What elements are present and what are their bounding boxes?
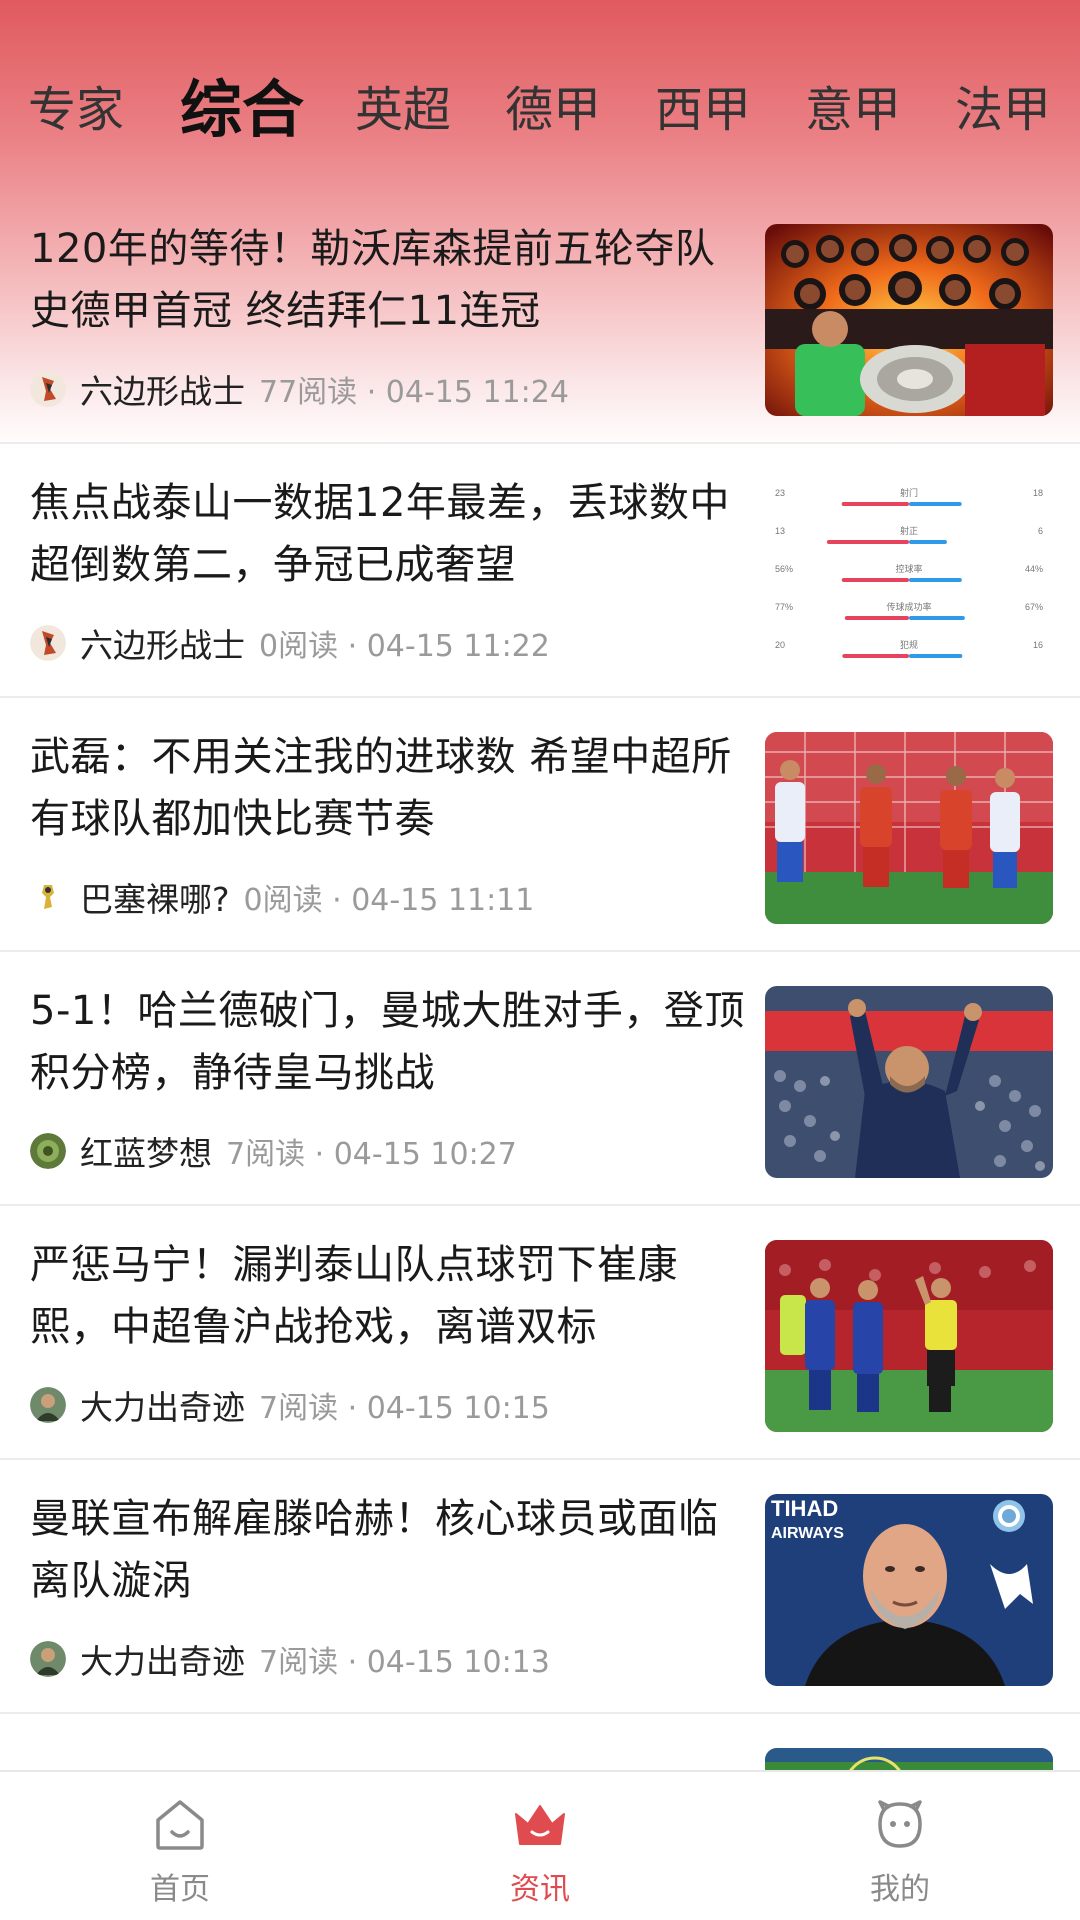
category-tabs: 专家 综合 英超 德甲 西甲 意甲 法甲 [0, 60, 1080, 160]
stat-label: 射正 [900, 525, 918, 537]
stat-right-value: 18 [1033, 488, 1043, 498]
tab-general[interactable]: 综合 [180, 60, 304, 160]
nav-mine[interactable]: 我的 [720, 1772, 1080, 1920]
news-thumbnail [765, 986, 1053, 1178]
read-count-time: 0阅读 · 04-15 11:22 [259, 629, 550, 664]
author-name: 大力出奇迹 [80, 1388, 245, 1427]
sponsor-text-line1: TIHAD [771, 1496, 838, 1521]
coach-portrait-image: TIHAD AIRWAYS [765, 1494, 1053, 1686]
stat-bar-home [842, 654, 909, 658]
nav-home-label: 首页 [150, 1872, 210, 1907]
stat-right-value: 16 [1033, 640, 1043, 650]
news-thumbnail: 23 射门 18 13 射正 6 56% 控球率 44% 77% 传球成功率 67% 20 犯规 16 [765, 478, 1053, 670]
home-icon [156, 1800, 204, 1850]
stat-right-value: 6 [1038, 526, 1043, 536]
crown-icon [515, 1805, 565, 1845]
read-count-time: 7阅读 · 04-15 10:13 [259, 1645, 550, 1680]
news-page: 专家 综合 英超 德甲 西甲 意甲 法甲 120年的等待！勒沃库森提前五轮夺队史… [0, 0, 1080, 1920]
sponsor-text-line2: AIRWAYS [771, 1525, 844, 1542]
nav-mine-label: 我的 [870, 1872, 930, 1907]
team-celebration-image [765, 224, 1053, 416]
nav-home[interactable]: 首页 [0, 1772, 360, 1920]
news-item[interactable]: 严惩马宁！漏判泰山队点球罚下崔康熙，中超鲁沪战抢戏，离谱双标 大力出奇迹 7阅读… [0, 1206, 1080, 1460]
news-title: 焦点战泰山一数据12年最差，丢球数中超倒数第二，争冠已成奢望 [30, 480, 730, 588]
news-meta: 大力出奇迹 7阅读 · 04-15 10:13 [30, 1636, 550, 1682]
nav-news-label: 资讯 [510, 1872, 570, 1907]
news-title: 武磊：不用关注我的进球数 希望中超所有球队都加快比赛节奏 [30, 734, 732, 842]
tab-ligue-1[interactable]: 法甲 [955, 60, 1051, 160]
author-avatar [30, 1641, 66, 1677]
author-avatar [30, 371, 66, 407]
stat-bar-home [841, 578, 909, 582]
stat-left-value: 23 [775, 488, 785, 498]
news-thumbnail: TIHAD AIRWAYS [765, 1494, 1053, 1686]
author-name: 大力出奇迹 [80, 1642, 245, 1681]
author-name: 六边形战士 [80, 626, 245, 665]
stat-left-value: 56% [775, 564, 793, 574]
author-name: 巴塞裸哪? [80, 880, 230, 919]
tab-la-liga[interactable]: 西甲 [655, 60, 751, 160]
stat-bar-home [841, 502, 909, 506]
stat-right-value: 44% [1025, 564, 1043, 574]
author-avatar [30, 879, 66, 915]
news-item[interactable]: 5-1！哈兰德破门，曼城大胜对手，登顶积分榜，静待皇马挑战 红蓝梦想 7阅读 ·… [0, 952, 1080, 1206]
news-meta: 红蓝梦想 7阅读 · 04-15 10:27 [30, 1128, 517, 1174]
news-meta: 大力出奇迹 7阅读 · 04-15 10:15 [30, 1382, 550, 1428]
news-item[interactable]: 120年的等待！勒沃库森提前五轮夺队史德甲首冠 终结拜仁11连冠 六边形战士 7… [0, 190, 1080, 444]
news-title: 5-1！哈兰德破门，曼城大胜对手，登顶积分榜，静待皇马挑战 [30, 988, 745, 1096]
author-name: 六边形战士 [80, 372, 245, 411]
news-title: 曼联宣布解雇滕哈赫！核心球员或面临离队漩涡 [30, 1496, 719, 1604]
news-thumbnail [765, 732, 1053, 924]
stat-bar-away [909, 578, 962, 582]
read-count-time: 7阅读 · 04-15 10:15 [259, 1391, 550, 1426]
tab-experts[interactable]: 专家 [28, 60, 124, 160]
stat-bar-home [826, 540, 909, 544]
goalmouth-image [765, 732, 1053, 924]
tab-bundesliga[interactable]: 德甲 [505, 60, 601, 160]
stat-left-value: 77% [775, 602, 793, 612]
tab-premier-league[interactable]: 英超 [355, 60, 451, 160]
tab-serie-a[interactable]: 意甲 [805, 60, 901, 160]
match-stats-image: 23 射门 18 13 射正 6 56% 控球率 44% 77% 传球成功率 67% 20 犯规 16 [775, 487, 1043, 658]
stat-bar-home [844, 616, 909, 620]
stat-right-value: 67% [1025, 602, 1043, 612]
news-item[interactable]: 武磊：不用关注我的进球数 希望中超所有球队都加快比赛节奏 巴塞裸哪? 0阅读 ·… [0, 698, 1080, 952]
author-avatar [30, 1387, 66, 1423]
news-item[interactable]: 曼联宣布解雇滕哈赫！核心球员或面临离队漩涡 大力出奇迹 7阅读 · 04-15 … [0, 1460, 1080, 1714]
news-thumbnail [765, 1240, 1053, 1432]
referee-image [765, 1240, 1053, 1432]
smiley-face-icon [878, 1800, 922, 1848]
stat-left-value: 20 [775, 640, 785, 650]
stat-bar-away [909, 654, 963, 658]
stat-bar-away [909, 502, 962, 506]
news-title: 严惩马宁！漏判泰山队点球罚下崔康熙，中超鲁沪战抢戏，离谱双标 [30, 1242, 678, 1350]
read-count-time: 7阅读 · 04-15 10:27 [226, 1137, 517, 1172]
read-count-time: 77阅读 · 04-15 11:24 [259, 375, 569, 410]
author-avatar [30, 1133, 66, 1169]
stat-label: 控球率 [895, 563, 922, 575]
news-title: 120年的等待！勒沃库森提前五轮夺队史德甲首冠 终结拜仁11连冠 [30, 226, 716, 334]
stat-bar-away [909, 616, 965, 620]
read-count-time: 0阅读 · 04-15 11:11 [243, 883, 535, 918]
stat-label: 传球成功率 [886, 601, 931, 613]
author-name: 红蓝梦想 [80, 1134, 212, 1173]
bottom-navigation: 首页 资讯 我的 [0, 1770, 1080, 1920]
manager-applause-image [765, 986, 1053, 1178]
news-meta: 六边形战士 77阅读 · 04-15 11:24 [30, 366, 569, 412]
news-item[interactable]: 焦点战泰山一数据12年最差，丢球数中超倒数第二，争冠已成奢望 六边形战士 0阅读… [0, 444, 1080, 698]
stat-label: 射门 [900, 487, 918, 499]
news-meta: 六边形战士 0阅读 · 04-15 11:22 [30, 620, 550, 666]
stat-bar-away [909, 540, 947, 544]
stat-left-value: 13 [775, 526, 785, 536]
stat-label: 犯规 [900, 640, 918, 651]
news-meta: 巴塞裸哪? 0阅读 · 04-15 11:11 [30, 874, 534, 920]
author-avatar [30, 625, 66, 661]
news-thumbnail [765, 224, 1053, 416]
nav-news[interactable]: 资讯 [360, 1772, 720, 1920]
